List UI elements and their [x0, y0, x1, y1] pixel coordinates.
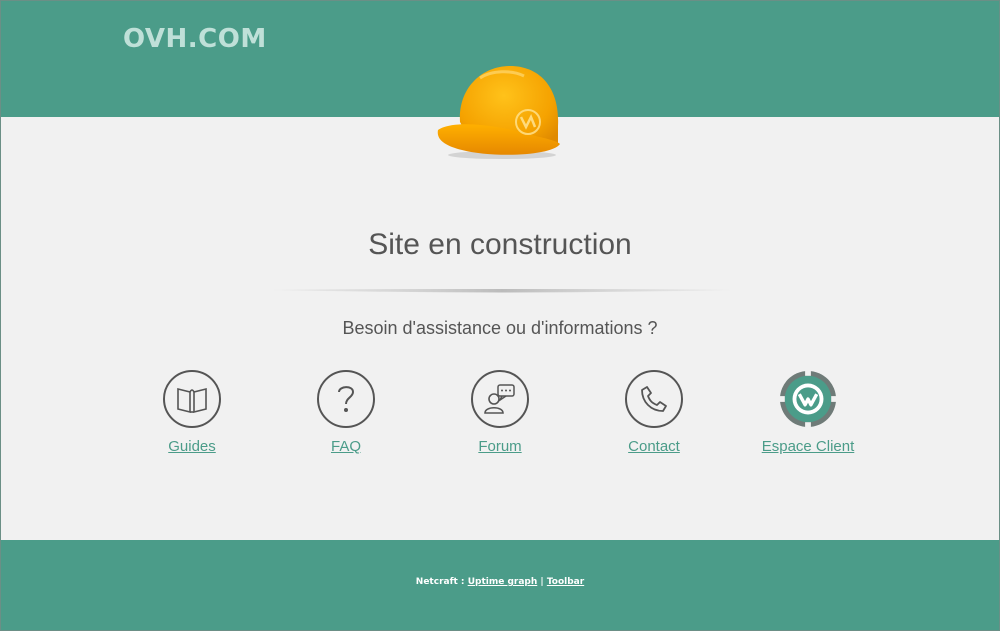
window-border	[0, 0, 1000, 631]
